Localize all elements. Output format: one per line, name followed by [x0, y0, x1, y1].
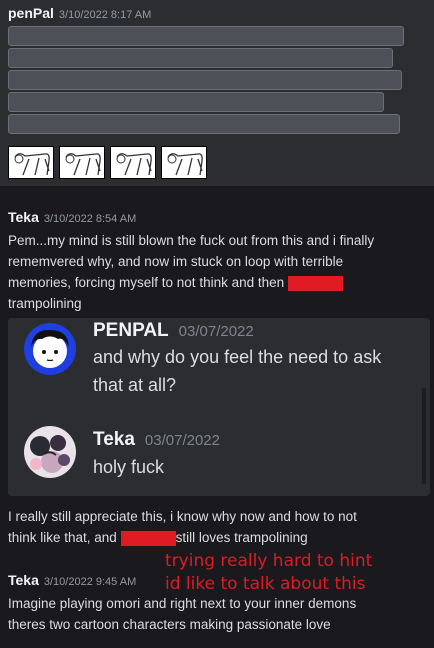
scrollbar[interactable]: [422, 388, 426, 484]
quoted-timestamp: 03/07/2022: [144, 432, 220, 449]
redacted-line: [8, 48, 393, 68]
author-name[interactable]: Teka: [8, 572, 39, 588]
timestamp: 3/10/2022 8:17 AM: [58, 9, 152, 21]
quoted-message: holy fuck: [93, 453, 164, 481]
quoted-author-name: Teka: [93, 429, 135, 450]
message-body: Imagine playing omori and right next to …: [8, 593, 428, 635]
message-header: Teka 3/10/2022 8:54 AM: [8, 209, 136, 225]
quoted-author: PENPAL 03/07/2022: [93, 320, 254, 342]
author-name[interactable]: Teka: [8, 209, 39, 225]
image-attachment[interactable]: [59, 146, 105, 179]
annotation-line: trying really hard to hint: [165, 551, 373, 571]
redacted-line: [8, 114, 400, 134]
message-text: memories, forcing myself to not think an…: [8, 275, 285, 290]
image-attachment[interactable]: [161, 146, 207, 179]
quoted-timestamp: 03/07/2022: [178, 323, 254, 340]
message-body: Pem...my mind is still blown the fuck ou…: [8, 230, 428, 314]
message-line: Pem...my mind is still blown the fuck ou…: [8, 233, 375, 248]
message-line: theres two cartoon characters making pas…: [8, 617, 331, 632]
message-line: memories, forcing myself to not think an…: [8, 272, 428, 293]
timestamp: 3/10/2022 8:54 AM: [43, 213, 137, 225]
quoted-line: that at all?: [93, 375, 177, 395]
quoted-author: Teka 03/07/2022: [93, 429, 220, 451]
message-line: think like that, and still loves trampol…: [8, 527, 428, 548]
quoted-message: and why do you feel the need to ask that…: [93, 343, 381, 399]
quoted-author-name: PENPAL: [93, 320, 169, 341]
image-attachment[interactable]: [8, 146, 54, 179]
image-attachments: [8, 146, 207, 179]
message-body: I really still appreciate this, i know w…: [8, 506, 428, 548]
timestamp: 3/10/2022 9:45 AM: [43, 576, 137, 588]
annotation-overlay: trying really hard to hint id like to ta…: [165, 550, 372, 596]
message-text: think like that, and: [8, 530, 117, 545]
redacted-line: [8, 92, 384, 112]
message-group-penpal: penPal 3/10/2022 8:17 AM: [0, 0, 434, 186]
redacted-line: [8, 26, 404, 46]
message-line: rememvered why, and now im stuck on loop…: [8, 254, 344, 269]
author-name[interactable]: penPal: [8, 5, 54, 21]
message-line: trampolining: [8, 296, 82, 311]
embedded-screenshot[interactable]: PENPAL 03/07/2022 and why do you feel the…: [8, 318, 430, 496]
image-attachment[interactable]: [110, 146, 156, 179]
redacted-line: [8, 70, 402, 90]
avatar: [24, 323, 76, 375]
message-text: still loves trampolining: [175, 530, 308, 545]
redaction-box: [287, 275, 343, 291]
redaction-box: [120, 530, 176, 546]
quoted-line: holy fuck: [93, 457, 165, 477]
message-header: Teka 3/10/2022 9:45 AM: [8, 572, 136, 588]
avatar: [24, 426, 76, 478]
message-header: penPal 3/10/2022 8:17 AM: [8, 5, 151, 21]
message-line: I really still appreciate this, i know w…: [8, 509, 357, 524]
message-line: Imagine playing omori and right next to …: [8, 596, 357, 611]
quoted-line: and why do you feel the need to ask: [93, 347, 382, 367]
